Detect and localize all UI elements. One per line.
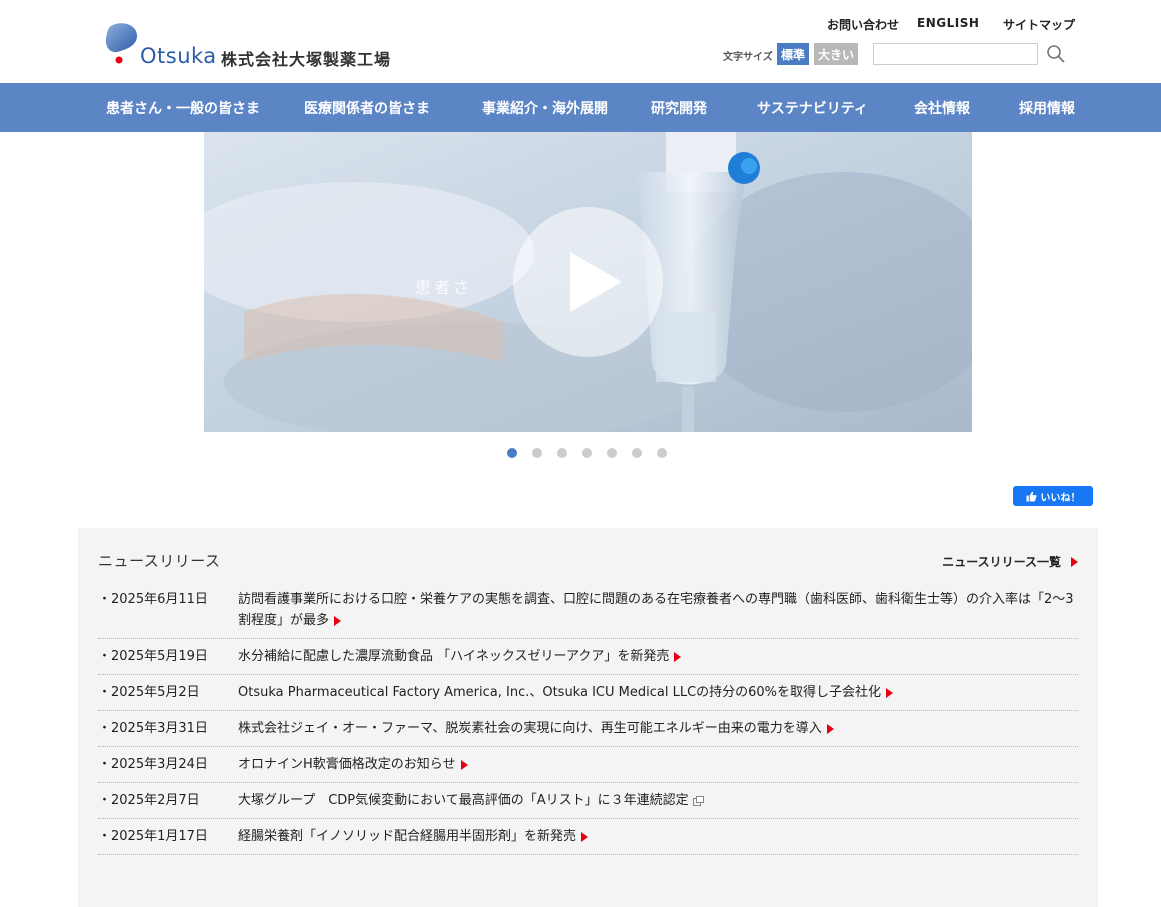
red-arrow-icon xyxy=(826,723,834,734)
font-size-standard-button[interactable]: 標準 xyxy=(777,43,809,65)
red-arrow-icon xyxy=(581,831,589,842)
news-item[interactable]: ・2025年3月24日 オロナインH軟膏価格改定のお知らせ xyxy=(98,747,1078,783)
facebook-like-button[interactable]: いいね！ xyxy=(1013,486,1093,506)
news-date: ・2025年2月7日 xyxy=(98,793,200,808)
hero-slider[interactable]: 患者さ xyxy=(204,132,972,432)
slider-dot-6[interactable] xyxy=(632,448,642,458)
news-list: ・2025年6月11日 訪問看護事業所における口腔・栄養ケアの実態を調査、口腔に… xyxy=(98,582,1078,855)
news-release-section: ニュースリリース ニュースリリース一覧 ・2025年6月11日 訪問看護事業所に… xyxy=(78,528,1098,907)
news-item[interactable]: ・2025年5月2日 Otsuka Pharmaceutical Factory… xyxy=(98,675,1078,711)
slider-dot-1[interactable] xyxy=(507,448,517,458)
logo-wordmark: Otsuka xyxy=(140,44,217,68)
news-link[interactable]: 水分補給に配慮した濃厚流動食品 「ハイネックスゼリーアクア」を新発売 xyxy=(238,646,1078,667)
play-icon xyxy=(570,252,622,312)
nav-item-research[interactable]: 研究開発 xyxy=(651,83,707,132)
news-date: ・2025年5月2日 xyxy=(98,685,200,700)
nav-item-business[interactable]: 事業紹介・海外展開 xyxy=(482,83,608,132)
nav-item-medical-professionals[interactable]: 医療関係者の皆さま xyxy=(304,83,430,132)
hero-caption: 患者さ xyxy=(415,278,473,297)
red-arrow-icon xyxy=(886,687,894,698)
news-title: 経腸栄養剤「イノソリッド配合経腸用半固形剤」を新発売 xyxy=(238,829,577,844)
slider-dot-2[interactable] xyxy=(532,448,542,458)
red-arrow-icon xyxy=(1071,556,1078,567)
news-item[interactable]: ・2025年6月11日 訪問看護事業所における口腔・栄養ケアの実態を調査、口腔に… xyxy=(98,582,1078,639)
play-video-button[interactable] xyxy=(513,207,663,357)
nav-item-recruit[interactable]: 採用情報 xyxy=(1019,83,1075,132)
search-icon[interactable] xyxy=(1046,44,1066,64)
news-link[interactable]: 株式会社ジェイ・オー・ファーマ、脱炭素社会の実現に向け、再生可能エネルギー由来の… xyxy=(238,718,1078,739)
news-list-link[interactable]: ニュースリリース一覧 xyxy=(942,553,1078,570)
english-link[interactable]: ENGLISH xyxy=(917,16,979,30)
news-date: ・2025年3月24日 xyxy=(98,757,208,772)
news-link[interactable]: 大塚グループ CDP気候変動において最高評価の「Aリスト」に３年連続認定 xyxy=(238,790,1078,811)
font-size-label: 文字サイズ xyxy=(723,52,773,63)
company-name: 株式会社大塚製薬工場 xyxy=(221,50,392,69)
news-link[interactable]: オロナインH軟膏価格改定のお知らせ xyxy=(238,754,1078,775)
sitemap-link[interactable]: サイトマップ xyxy=(1003,16,1075,33)
contact-link[interactable]: お問い合わせ xyxy=(827,16,899,33)
news-date: ・2025年1月17日 xyxy=(98,829,208,844)
news-title: 水分補給に配慮した濃厚流動食品 「ハイネックスゼリーアクア」を新発売 xyxy=(238,649,670,664)
news-item[interactable]: ・2025年3月31日 株式会社ジェイ・オー・ファーマ、脱炭素社会の実現に向け、… xyxy=(98,711,1078,747)
news-section-title: ニュースリリース xyxy=(98,552,221,570)
otsuka-logo-mark-icon xyxy=(105,23,137,64)
news-date: ・2025年6月11日 xyxy=(98,592,208,607)
news-title: Otsuka Pharmaceutical Factory America, I… xyxy=(238,685,882,700)
otsuka-logo[interactable]: Otsuka 株式会社大塚製薬工場 xyxy=(103,22,423,72)
news-date: ・2025年3月31日 xyxy=(98,721,208,736)
slider-dot-5[interactable] xyxy=(607,448,617,458)
global-nav: 患者さん・一般の皆さま 医療関係者の皆さま 事業紹介・海外展開 研究開発 サステ… xyxy=(0,83,1161,132)
slider-dot-3[interactable] xyxy=(557,448,567,458)
news-link[interactable]: 訪問看護事業所における口腔・栄養ケアの実態を調査、口腔に問題のある在宅療養者への… xyxy=(238,589,1078,631)
site-header: Otsuka 株式会社大塚製薬工場 お問い合わせ ENGLISH サイトマップ … xyxy=(0,0,1161,83)
thumbs-up-icon xyxy=(1025,491,1037,502)
nav-item-patients[interactable]: 患者さん・一般の皆さま xyxy=(106,83,260,132)
search-input[interactable] xyxy=(873,43,1038,65)
red-arrow-icon xyxy=(334,615,342,626)
news-date: ・2025年5月19日 xyxy=(98,649,208,664)
nav-item-company[interactable]: 会社情報 xyxy=(914,83,970,132)
external-link-icon xyxy=(692,795,704,806)
news-title: 株式会社ジェイ・オー・ファーマ、脱炭素社会の実現に向け、再生可能エネルギー由来の… xyxy=(238,721,822,736)
news-link[interactable]: 経腸栄養剤「イノソリッド配合経腸用半固形剤」を新発売 xyxy=(238,826,1078,847)
nav-item-sustainability[interactable]: サステナビリティ xyxy=(757,83,868,132)
red-arrow-icon xyxy=(674,651,682,662)
facebook-like-label: いいね！ xyxy=(1040,492,1081,504)
news-item[interactable]: ・2025年1月17日 経腸栄養剤「イノソリッド配合経腸用半固形剤」を新発売 xyxy=(98,819,1078,855)
font-size-large-button[interactable]: 大きい xyxy=(814,43,858,65)
news-item[interactable]: ・2025年5月19日 水分補給に配慮した濃厚流動食品 「ハイネックスゼリーアク… xyxy=(98,639,1078,675)
news-title: オロナインH軟膏価格改定のお知らせ xyxy=(238,757,456,772)
slider-pagination xyxy=(507,448,667,458)
news-item[interactable]: ・2025年2月7日 大塚グループ CDP気候変動において最高評価の「Aリスト」… xyxy=(98,783,1078,819)
news-link[interactable]: Otsuka Pharmaceutical Factory America, I… xyxy=(238,682,1078,703)
red-arrow-icon xyxy=(460,759,468,770)
slider-dot-4[interactable] xyxy=(582,448,592,458)
news-title: 大塚グループ CDP気候変動において最高評価の「Aリスト」に３年連続認定 xyxy=(238,793,689,808)
news-title: 訪問看護事業所における口腔・栄養ケアの実態を調査、口腔に問題のある在宅療養者への… xyxy=(238,592,1074,628)
slider-dot-7[interactable] xyxy=(657,448,667,458)
news-list-link-label: ニュースリリース一覧 xyxy=(942,555,1061,569)
